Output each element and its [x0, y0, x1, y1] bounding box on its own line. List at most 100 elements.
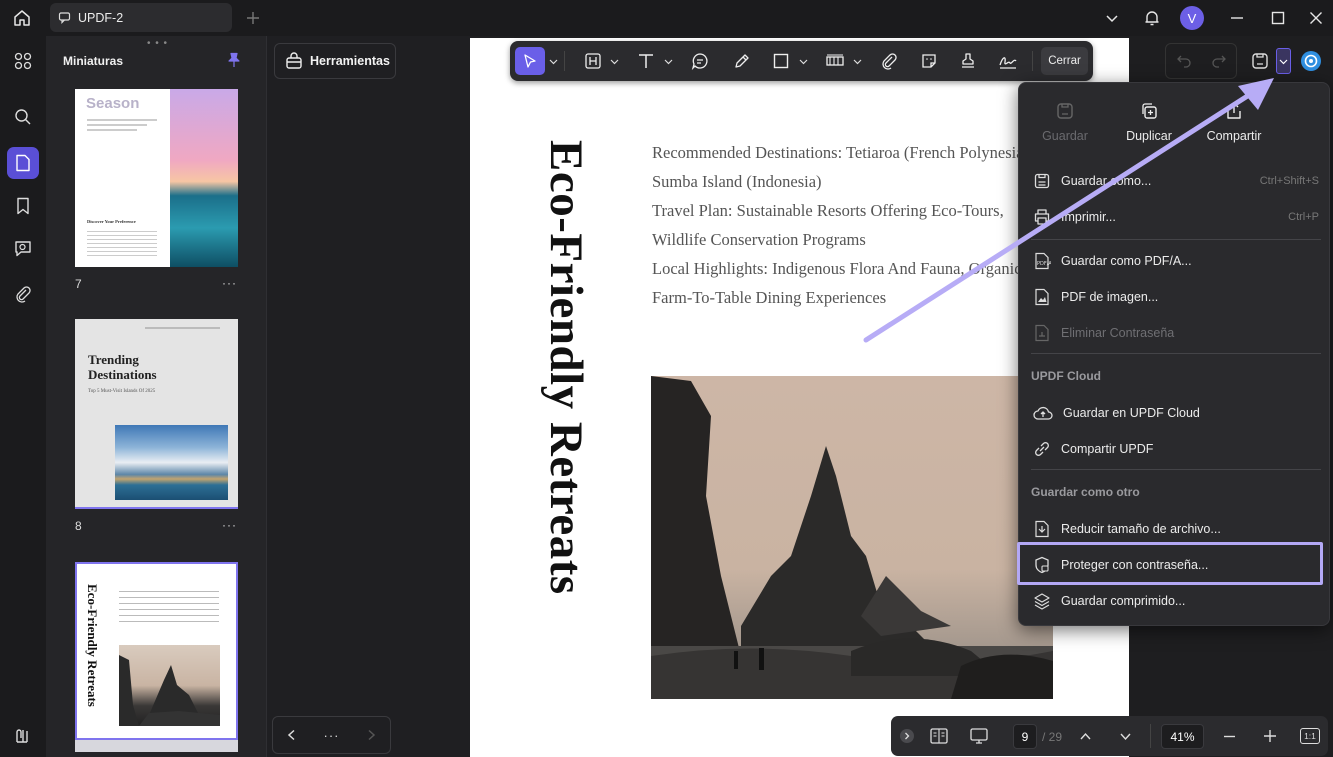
text-icon[interactable] [634, 47, 658, 75]
chevron-down-icon[interactable] [662, 47, 674, 75]
chevron-down-icon[interactable] [608, 47, 620, 75]
page-text-line: Recommended Destinations: Tetiaroa (Fren… [652, 143, 1034, 162]
menu-item-save-compressed[interactable]: Guardar comprimido... [1031, 587, 1321, 615]
menu-item-save-pdfa[interactable]: PDF/A Guardar como PDF/A... [1031, 247, 1321, 275]
close-toolbar-button[interactable]: Cerrar [1041, 47, 1088, 75]
more-icon[interactable]: ··· [323, 728, 339, 743]
document-tab[interactable]: UPDF-2 [50, 3, 232, 32]
thumbnail-heading: Season [86, 95, 140, 112]
tools-button[interactable]: Herramientas [274, 43, 396, 79]
close-icon[interactable] [1303, 5, 1329, 31]
thumbnail-page-7[interactable]: Season Discover Your Preference [75, 89, 238, 267]
chevron-right-icon[interactable] [365, 729, 377, 741]
menu-item-print[interactable]: Imprimir... Ctrl+P [1031, 203, 1321, 231]
thumbnail-bottom-border [75, 507, 238, 509]
thumbnail-page-9[interactable]: Eco-Friendly Retreats [75, 562, 238, 740]
zoom-in-icon[interactable] [1263, 729, 1277, 743]
page-text-line: Local Highlights: Indigenous Flora And F… [652, 259, 1022, 278]
menu-item-save-cloud[interactable]: Guardar en UPDF Cloud [1031, 399, 1321, 427]
ai-assistant-icon[interactable] [1300, 50, 1322, 72]
save-as-icon [1033, 172, 1051, 190]
collapse-icon[interactable] [899, 728, 915, 744]
stamp-bar-icon[interactable] [823, 47, 847, 75]
page-number-input[interactable]: 9 [1013, 724, 1037, 749]
sticker-icon[interactable] [917, 47, 941, 75]
menu-item-share-updf[interactable]: Compartir UPDF [1031, 435, 1321, 463]
menu-item-protect-password[interactable]: Proteger con contraseña... [1031, 551, 1321, 579]
thumbnail-page-number: 8 [75, 519, 82, 533]
pin-icon[interactable] [226, 52, 242, 68]
signature-icon[interactable] [995, 47, 1021, 75]
menu-section-other: Guardar como otro [1031, 485, 1140, 499]
chevron-down-icon[interactable] [1119, 730, 1132, 743]
menu-item-image-pdf[interactable]: PDF de imagen... [1031, 283, 1321, 311]
thumbnail-subheading: Discover Your Preference [87, 219, 136, 224]
thumbnail-page-8[interactable]: Trending Destinations Top 5 Must-Visit I… [75, 319, 238, 509]
maximize-icon[interactable] [1265, 5, 1291, 31]
chevron-down-icon[interactable] [851, 47, 863, 75]
menu-item-reduce-size[interactable]: Reducir tamaño de archivo... [1031, 515, 1321, 543]
island-image [115, 425, 228, 500]
menu-item-save-as[interactable]: Guardar como... Ctrl+Shift+S [1031, 167, 1321, 195]
zoom-out-icon[interactable] [1223, 730, 1236, 743]
text-box-icon[interactable] [581, 47, 605, 75]
undo-icon[interactable] [1176, 53, 1192, 69]
menu-divider [1031, 353, 1321, 354]
menu-item-remove-password: Eliminar Contraseña [1031, 319, 1321, 347]
rock-image [119, 645, 220, 726]
select-icon[interactable] [515, 47, 545, 75]
chevron-down-icon[interactable] [797, 47, 809, 75]
total-pages: / 29 [1042, 730, 1063, 744]
rectangle-icon[interactable] [769, 47, 793, 75]
thumbnail-more-button[interactable]: ··· [222, 276, 237, 290]
search-icon[interactable] [7, 101, 39, 133]
chevron-down-icon[interactable] [547, 47, 559, 75]
text-lines [145, 327, 220, 329]
pen-icon[interactable] [730, 47, 754, 75]
actual-size-button[interactable]: 1:1 [1300, 728, 1320, 744]
reduce-size-icon [1033, 520, 1051, 538]
menu-divider [1031, 469, 1321, 470]
minimize-icon[interactable] [1224, 5, 1250, 31]
grid-icon[interactable] [7, 45, 39, 77]
page-text-line: Sumba Island (Indonesia) [652, 172, 822, 191]
chevron-down-icon[interactable] [1099, 5, 1125, 31]
redo-icon[interactable] [1211, 53, 1227, 69]
presentation-icon[interactable] [969, 727, 989, 745]
save-dropdown-button[interactable] [1276, 48, 1291, 74]
toolbar-divider [564, 51, 565, 71]
avatar[interactable]: V [1180, 6, 1204, 30]
save-icon[interactable] [1250, 51, 1270, 71]
page-layout-icon[interactable] [929, 727, 949, 745]
new-tab-icon[interactable] [243, 8, 263, 28]
stamp-icon[interactable] [956, 47, 980, 75]
thumbnail-more-button[interactable]: ··· [222, 518, 237, 532]
text-lines [87, 119, 157, 121]
rock-formation-photo [651, 376, 1053, 699]
thumbnail-heading: Trending Destinations [88, 352, 157, 382]
toolbox-icon [285, 52, 303, 70]
page-text-line: Travel Plan: Sustainable Resorts Offerin… [652, 201, 1004, 220]
drag-handle-icon[interactable]: • • • [147, 38, 168, 49]
chevron-left-icon[interactable] [286, 729, 298, 741]
pdfa-icon: PDF/A [1033, 252, 1051, 270]
attachment-icon[interactable] [7, 278, 39, 310]
chevron-up-icon[interactable] [1079, 730, 1092, 743]
menu-share-action[interactable]: Compartir [1194, 101, 1274, 143]
updf-logo-icon[interactable] [7, 720, 39, 752]
page-text-line: Wildlife Conservation Programs [652, 230, 866, 249]
lock-shield-icon [1033, 556, 1051, 574]
zoom-level-input[interactable]: 41% [1161, 724, 1204, 749]
bell-icon[interactable] [1139, 5, 1165, 31]
home-icon[interactable] [8, 5, 36, 31]
thumbnails-title: Miniaturas [63, 54, 124, 68]
text-lines [87, 124, 147, 126]
bottom-divider [1150, 724, 1151, 748]
attachment-icon[interactable] [877, 47, 901, 75]
thumbnails-icon[interactable] [7, 147, 39, 179]
menu-duplicate-action[interactable]: Duplicar [1109, 101, 1189, 143]
bookmark-icon[interactable] [7, 190, 39, 222]
comment-list-icon[interactable] [7, 233, 39, 265]
save-icon [1055, 101, 1075, 121]
comment-icon[interactable] [688, 47, 712, 75]
